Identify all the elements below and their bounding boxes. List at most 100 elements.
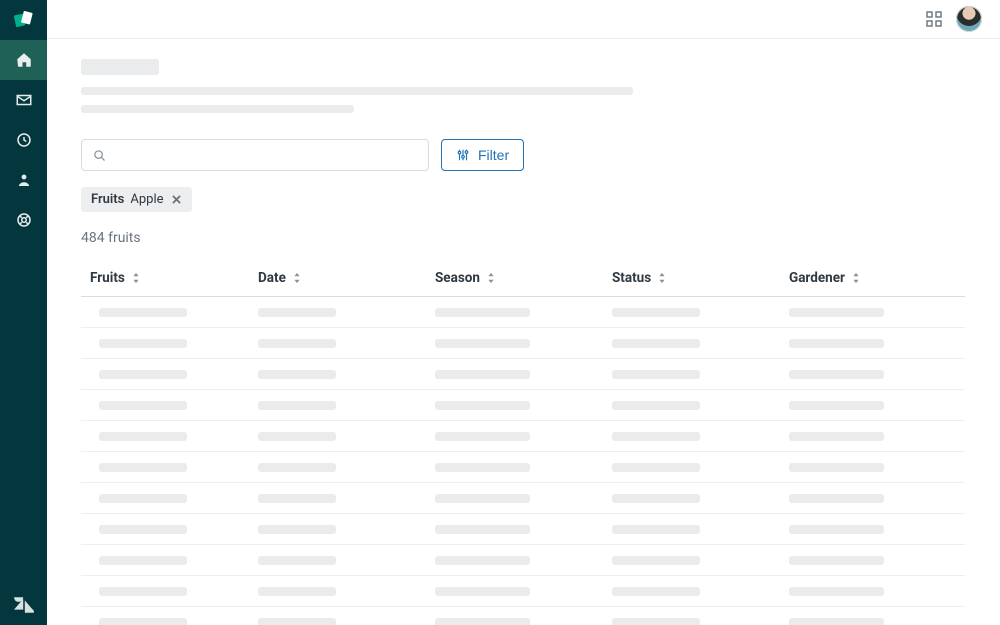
cell-skeleton [789, 370, 884, 379]
active-filter-tag[interactable]: Fruits Apple [81, 187, 192, 212]
table-row[interactable] [81, 483, 965, 514]
filter-tag-remove[interactable] [170, 193, 184, 207]
cell-status [612, 618, 789, 625]
page-title-skeleton [81, 59, 159, 75]
cell-gardener [789, 494, 965, 503]
table-header: Fruits Date Season Status [81, 260, 965, 297]
cell-gardener [789, 370, 965, 379]
cell-fruits [81, 339, 258, 348]
column-header-status[interactable]: Status [612, 270, 789, 286]
cell-status [612, 308, 789, 317]
cell-gardener [789, 463, 965, 472]
cell-fruits [81, 401, 258, 410]
cell-skeleton [258, 339, 336, 348]
cell-skeleton [99, 587, 187, 596]
cell-season [435, 308, 612, 317]
cell-season [435, 370, 612, 379]
cell-skeleton [435, 556, 530, 565]
sidebar-item-clock[interactable] [0, 120, 47, 160]
mail-icon [15, 91, 33, 109]
sort-icon [131, 272, 141, 284]
cell-season [435, 525, 612, 534]
cell-skeleton [435, 308, 530, 317]
brand-logo-icon [13, 9, 35, 31]
lifebuoy-icon [15, 211, 33, 229]
filter-tag-key: Fruits [91, 192, 124, 207]
cell-skeleton [99, 556, 187, 565]
cell-skeleton [435, 339, 530, 348]
cell-date [258, 587, 435, 596]
cell-season [435, 587, 612, 596]
sidebar-item-zendesk[interactable] [0, 585, 47, 625]
cell-date [258, 401, 435, 410]
search-input[interactable] [115, 147, 418, 163]
cell-skeleton [99, 432, 187, 441]
cell-status [612, 401, 789, 410]
cell-gardener [789, 401, 965, 410]
brand-logo [0, 0, 47, 40]
cell-gardener [789, 432, 965, 441]
cell-season [435, 556, 612, 565]
cell-skeleton [612, 370, 700, 379]
cell-fruits [81, 556, 258, 565]
filter-button-label: Filter [478, 147, 509, 163]
cell-date [258, 432, 435, 441]
cell-skeleton [612, 432, 700, 441]
filter-tag-value: Apple [130, 192, 163, 207]
filter-button[interactable]: Filter [441, 139, 524, 171]
sort-icon [292, 272, 302, 284]
table-row[interactable] [81, 328, 965, 359]
table: Fruits Date Season Status [81, 260, 965, 625]
cell-skeleton [258, 587, 336, 596]
cell-skeleton [258, 525, 336, 534]
search-icon [92, 148, 107, 163]
avatar[interactable] [956, 6, 982, 32]
table-row[interactable] [81, 576, 965, 607]
cell-status [612, 463, 789, 472]
table-row[interactable] [81, 359, 965, 390]
cell-skeleton [258, 618, 336, 625]
cell-skeleton [258, 401, 336, 410]
table-row[interactable] [81, 297, 965, 328]
sidebar-item-lifebuoy[interactable] [0, 200, 47, 240]
cell-skeleton [99, 370, 187, 379]
cell-skeleton [435, 587, 530, 596]
cell-skeleton [789, 432, 884, 441]
cell-season [435, 463, 612, 472]
table-row[interactable] [81, 545, 965, 576]
cell-skeleton [435, 370, 530, 379]
table-row[interactable] [81, 607, 965, 625]
cell-fruits [81, 463, 258, 472]
column-label: Fruits [90, 270, 125, 286]
column-label: Season [435, 270, 480, 286]
cell-season [435, 494, 612, 503]
sidebar-item-mail[interactable] [0, 80, 47, 120]
cell-fruits [81, 432, 258, 441]
column-header-season[interactable]: Season [435, 270, 612, 286]
cell-skeleton [258, 463, 336, 472]
column-header-gardener[interactable]: Gardener [789, 270, 965, 286]
home-icon [15, 51, 33, 69]
cell-skeleton [435, 401, 530, 410]
table-row[interactable] [81, 514, 965, 545]
cell-skeleton [435, 463, 530, 472]
sidebar-item-person[interactable] [0, 160, 47, 200]
cell-fruits [81, 370, 258, 379]
cell-status [612, 525, 789, 534]
table-row[interactable] [81, 390, 965, 421]
cell-skeleton [99, 525, 187, 534]
cell-fruits [81, 308, 258, 317]
cell-skeleton [612, 494, 700, 503]
table-row[interactable] [81, 421, 965, 452]
table-row[interactable] [81, 452, 965, 483]
cell-skeleton [435, 525, 530, 534]
search-box[interactable] [81, 139, 429, 171]
app-switcher[interactable] [926, 11, 942, 27]
sort-icon [851, 272, 861, 284]
column-header-fruits[interactable]: Fruits [81, 270, 258, 286]
column-header-date[interactable]: Date [258, 270, 435, 286]
cell-skeleton [612, 463, 700, 472]
cell-skeleton [99, 339, 187, 348]
result-count: 484 fruits [81, 230, 966, 246]
sidebar-item-home[interactable] [0, 40, 47, 80]
